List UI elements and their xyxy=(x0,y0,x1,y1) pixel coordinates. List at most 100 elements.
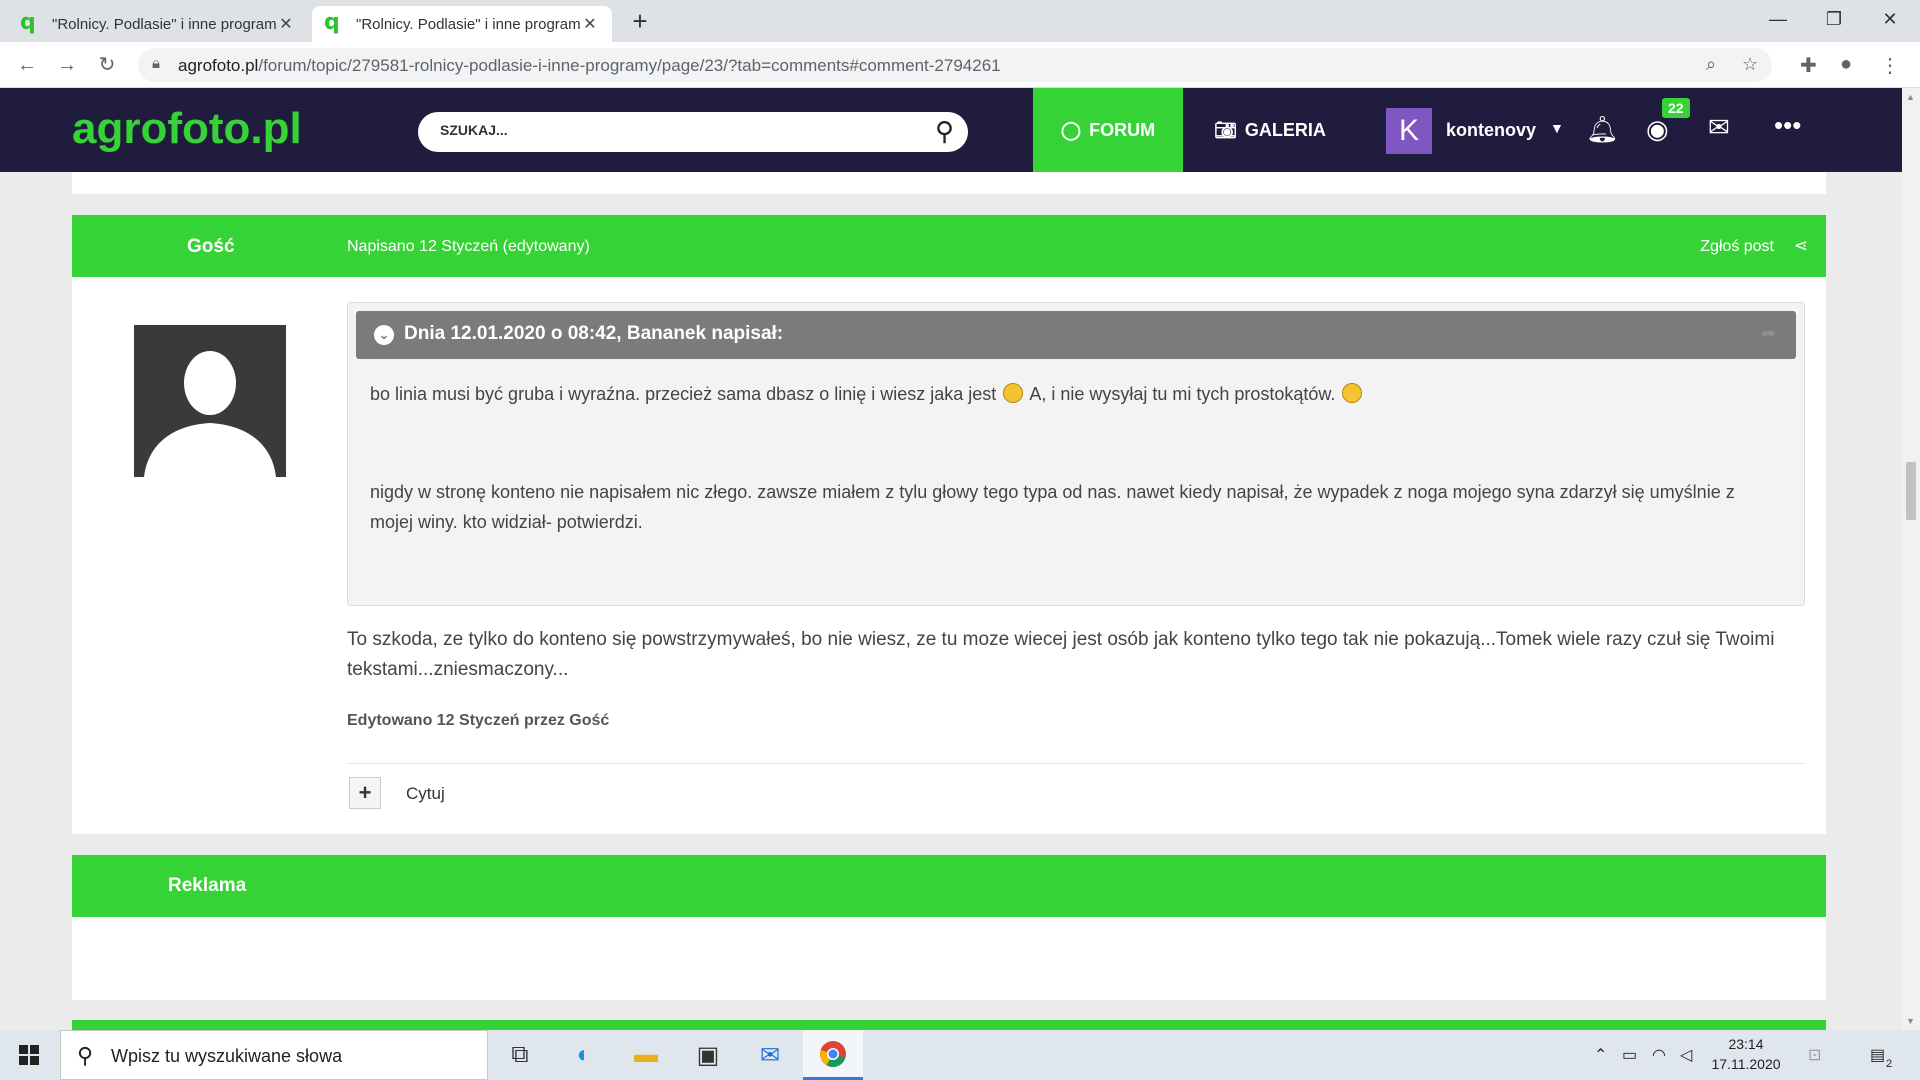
camera-icon: 📷︎ xyxy=(1214,119,1237,140)
user-avatar[interactable]: K xyxy=(1386,108,1432,154)
search-icon[interactable]: ⚲ xyxy=(935,116,954,147)
quote-paragraph: nigdy w stronę konteno nie napisałem nic… xyxy=(370,482,1735,532)
post-date: Napisano 12 Styczeń (edytowany) xyxy=(347,238,590,255)
quote-text: A, i nie wysyłaj tu mi tych prostokątów. xyxy=(1029,384,1336,404)
agrofoto-favicon-icon: q xyxy=(324,10,340,35)
agrofoto-favicon-icon: q xyxy=(20,10,36,35)
notification-app-icon[interactable]: ⊡ xyxy=(1808,1045,1821,1065)
profile-icon[interactable]: ● xyxy=(1840,53,1852,76)
back-button[interactable]: ← xyxy=(12,50,42,80)
tab-title: "Rolnicy. Podlasie" i inne programy xyxy=(52,15,276,33)
search-icon: ⚲ xyxy=(77,1043,94,1068)
windows-logo-icon xyxy=(19,1045,39,1065)
nav-galeria-label: GALERIA xyxy=(1244,119,1326,140)
close-icon[interactable]: ✕ xyxy=(580,14,600,34)
reload-button[interactable]: ↻ xyxy=(92,50,122,80)
multiquote-plus-button[interactable]: + xyxy=(349,777,381,809)
quote-header[interactable]: ⌄ Dnia 12.01.2020 o 08:42, Bananek napis… xyxy=(356,311,1796,359)
tab-title: "Rolnicy. Podlasie" i inne programy xyxy=(356,15,580,33)
scroll-thumb[interactable] xyxy=(1906,462,1916,520)
windows-start-button[interactable] xyxy=(0,1030,58,1080)
previous-post-bottom xyxy=(72,172,1826,194)
views-badge: 22 xyxy=(1662,98,1690,118)
maximize-button[interactable]: ❐ xyxy=(1806,0,1862,40)
username[interactable]: kontenovy xyxy=(1446,120,1536,141)
divider xyxy=(347,763,1805,764)
taskbar: ⚲ Wpisz tu wyszukiwane słowa ⧉ ◐ ▬ ▣ ✉ ⌃… xyxy=(0,1030,1920,1080)
url-text: agrofoto.pl/forum/topic/279581-rolnicy-p… xyxy=(178,56,1001,75)
ad-header: Reklama xyxy=(72,855,1826,917)
chevron-down-icon[interactable]: ▼ xyxy=(1550,120,1564,136)
browser-tab[interactable]: q "Rolnicy. Podlasie" i inne programy ✕ xyxy=(8,6,308,42)
taskbar-search-placeholder: Wpisz tu wyszukiwane słowa xyxy=(111,1046,343,1066)
scroll-down-icon[interactable]: ▼ xyxy=(1906,1016,1915,1026)
battery-icon[interactable]: ▭ xyxy=(1622,1045,1637,1065)
address-bar[interactable]: 🔒︎ agrofoto.pl/forum/topic/279581-rolnic… xyxy=(138,48,1772,82)
menu-icon[interactable]: ⋮ xyxy=(1880,53,1900,78)
lock-icon: 🔒︎ xyxy=(152,55,160,72)
extensions-icon[interactable]: ✚ xyxy=(1800,53,1817,78)
post-author: Gość xyxy=(187,236,235,257)
chrome-icon xyxy=(820,1041,846,1068)
forward-button[interactable]: → xyxy=(52,50,82,80)
page-scrollbar[interactable]: ▲ ▼ xyxy=(1902,88,1920,1030)
zoom-icon[interactable]: ⌕ xyxy=(1706,54,1716,75)
browser-tab-strip: q "Rolnicy. Podlasie" i inne programy ✕ … xyxy=(0,0,1920,42)
site-header: agrofoto.pl ⚲ ◯ FORUM 📷︎ GALERIA K konte… xyxy=(0,88,1920,172)
post-body: To szkoda, ze tylko do konteno się powst… xyxy=(347,629,1775,680)
quote-text: bo linia musi być gruba i wyraźna. przec… xyxy=(370,384,997,404)
bell-icon[interactable]: 🔔︎ xyxy=(1586,114,1619,145)
minimize-button[interactable]: — xyxy=(1750,0,1806,40)
store-icon[interactable]: ▣ xyxy=(686,1038,730,1072)
chevron-down-icon[interactable]: ⌄ xyxy=(374,325,394,345)
site-logo[interactable]: agrofoto.pl xyxy=(72,104,302,154)
ad-card: Reklama xyxy=(72,855,1826,1000)
browser-tab-active[interactable]: q "Rolnicy. Podlasie" i inne programy ✕ xyxy=(312,6,612,42)
winking-emoji-icon xyxy=(1342,383,1363,403)
taskbar-search[interactable]: ⚲ Wpisz tu wyszukiwane słowa xyxy=(60,1030,488,1080)
nav-forum[interactable]: ◯ FORUM xyxy=(1033,88,1183,172)
new-tab-button[interactable]: + xyxy=(626,8,654,36)
nav-forum-label: FORUM xyxy=(1089,119,1156,140)
page-content: Gość Napisano 12 Styczeń (edytowany) Zgł… xyxy=(0,172,1920,1030)
quote-button[interactable]: Cytuj xyxy=(406,784,445,804)
close-icon[interactable]: ✕ xyxy=(276,14,296,34)
ad-title: Reklama xyxy=(168,875,247,896)
avatar xyxy=(134,325,286,477)
share-arrow-icon[interactable]: ➦ xyxy=(1761,323,1776,344)
chevron-up-icon[interactable]: ⌃ xyxy=(1594,1045,1607,1065)
edge-icon[interactable]: ◐ xyxy=(562,1038,606,1072)
system-clock[interactable]: 23:14 17.11.2020 xyxy=(1710,1034,1782,1074)
task-view-icon[interactable]: ⧉ xyxy=(498,1038,542,1072)
user-silhouette-icon xyxy=(134,325,286,477)
share-icon[interactable]: ⋖ xyxy=(1794,236,1808,256)
file-explorer-icon[interactable]: ▬ xyxy=(624,1038,668,1072)
more-dots-icon[interactable]: ••• xyxy=(1774,110,1801,141)
notification-count: 2 xyxy=(1886,1058,1893,1070)
next-post-top xyxy=(72,1020,1826,1030)
clock-time: 23:14 xyxy=(1728,1036,1764,1052)
grinning-emoji-icon xyxy=(1003,383,1024,403)
mail-icon[interactable]: ✉ xyxy=(748,1038,792,1072)
chrome-taskbar-button[interactable] xyxy=(803,1030,863,1080)
clock-date: 17.11.2020 xyxy=(1711,1056,1781,1072)
bookmark-star-icon[interactable]: ☆ xyxy=(1742,54,1758,75)
quote-citation: Dnia 12.01.2020 o 08:42, Bananek napisał… xyxy=(404,323,784,344)
volume-icon[interactable]: ◁ xyxy=(1680,1045,1692,1065)
report-post-link[interactable]: Zgłoś post xyxy=(1700,238,1774,256)
nav-galeria[interactable]: 📷︎ GALERIA xyxy=(1200,88,1340,172)
quote-paragraph: bo linia musi być gruba i wyraźna. przec… xyxy=(370,379,1780,409)
edited-note: Edytowano 12 Styczeń przez Gość xyxy=(347,712,610,729)
site-search: ⚲ xyxy=(418,112,968,152)
browser-toolbar: ← → ↻ 🔒︎ agrofoto.pl/forum/topic/279581-… xyxy=(0,42,1920,88)
notification-center-icon[interactable]: ▤ xyxy=(1870,1045,1885,1065)
wifi-icon[interactable]: ◠ xyxy=(1652,1045,1666,1065)
scroll-up-icon[interactable]: ▲ xyxy=(1906,92,1915,102)
post-header: Gość Napisano 12 Styczeń (edytowany) Zgł… xyxy=(72,215,1826,277)
mail-icon[interactable]: ✉ xyxy=(1708,112,1730,143)
close-window-button[interactable]: ✕ xyxy=(1862,0,1918,40)
search-input[interactable] xyxy=(440,122,900,138)
quote-block: ⌄ Dnia 12.01.2020 o 08:42, Bananek napis… xyxy=(347,302,1805,606)
eye-icon[interactable]: ◉ xyxy=(1646,114,1669,145)
chat-bubble-icon: ◯ xyxy=(1060,119,1082,140)
